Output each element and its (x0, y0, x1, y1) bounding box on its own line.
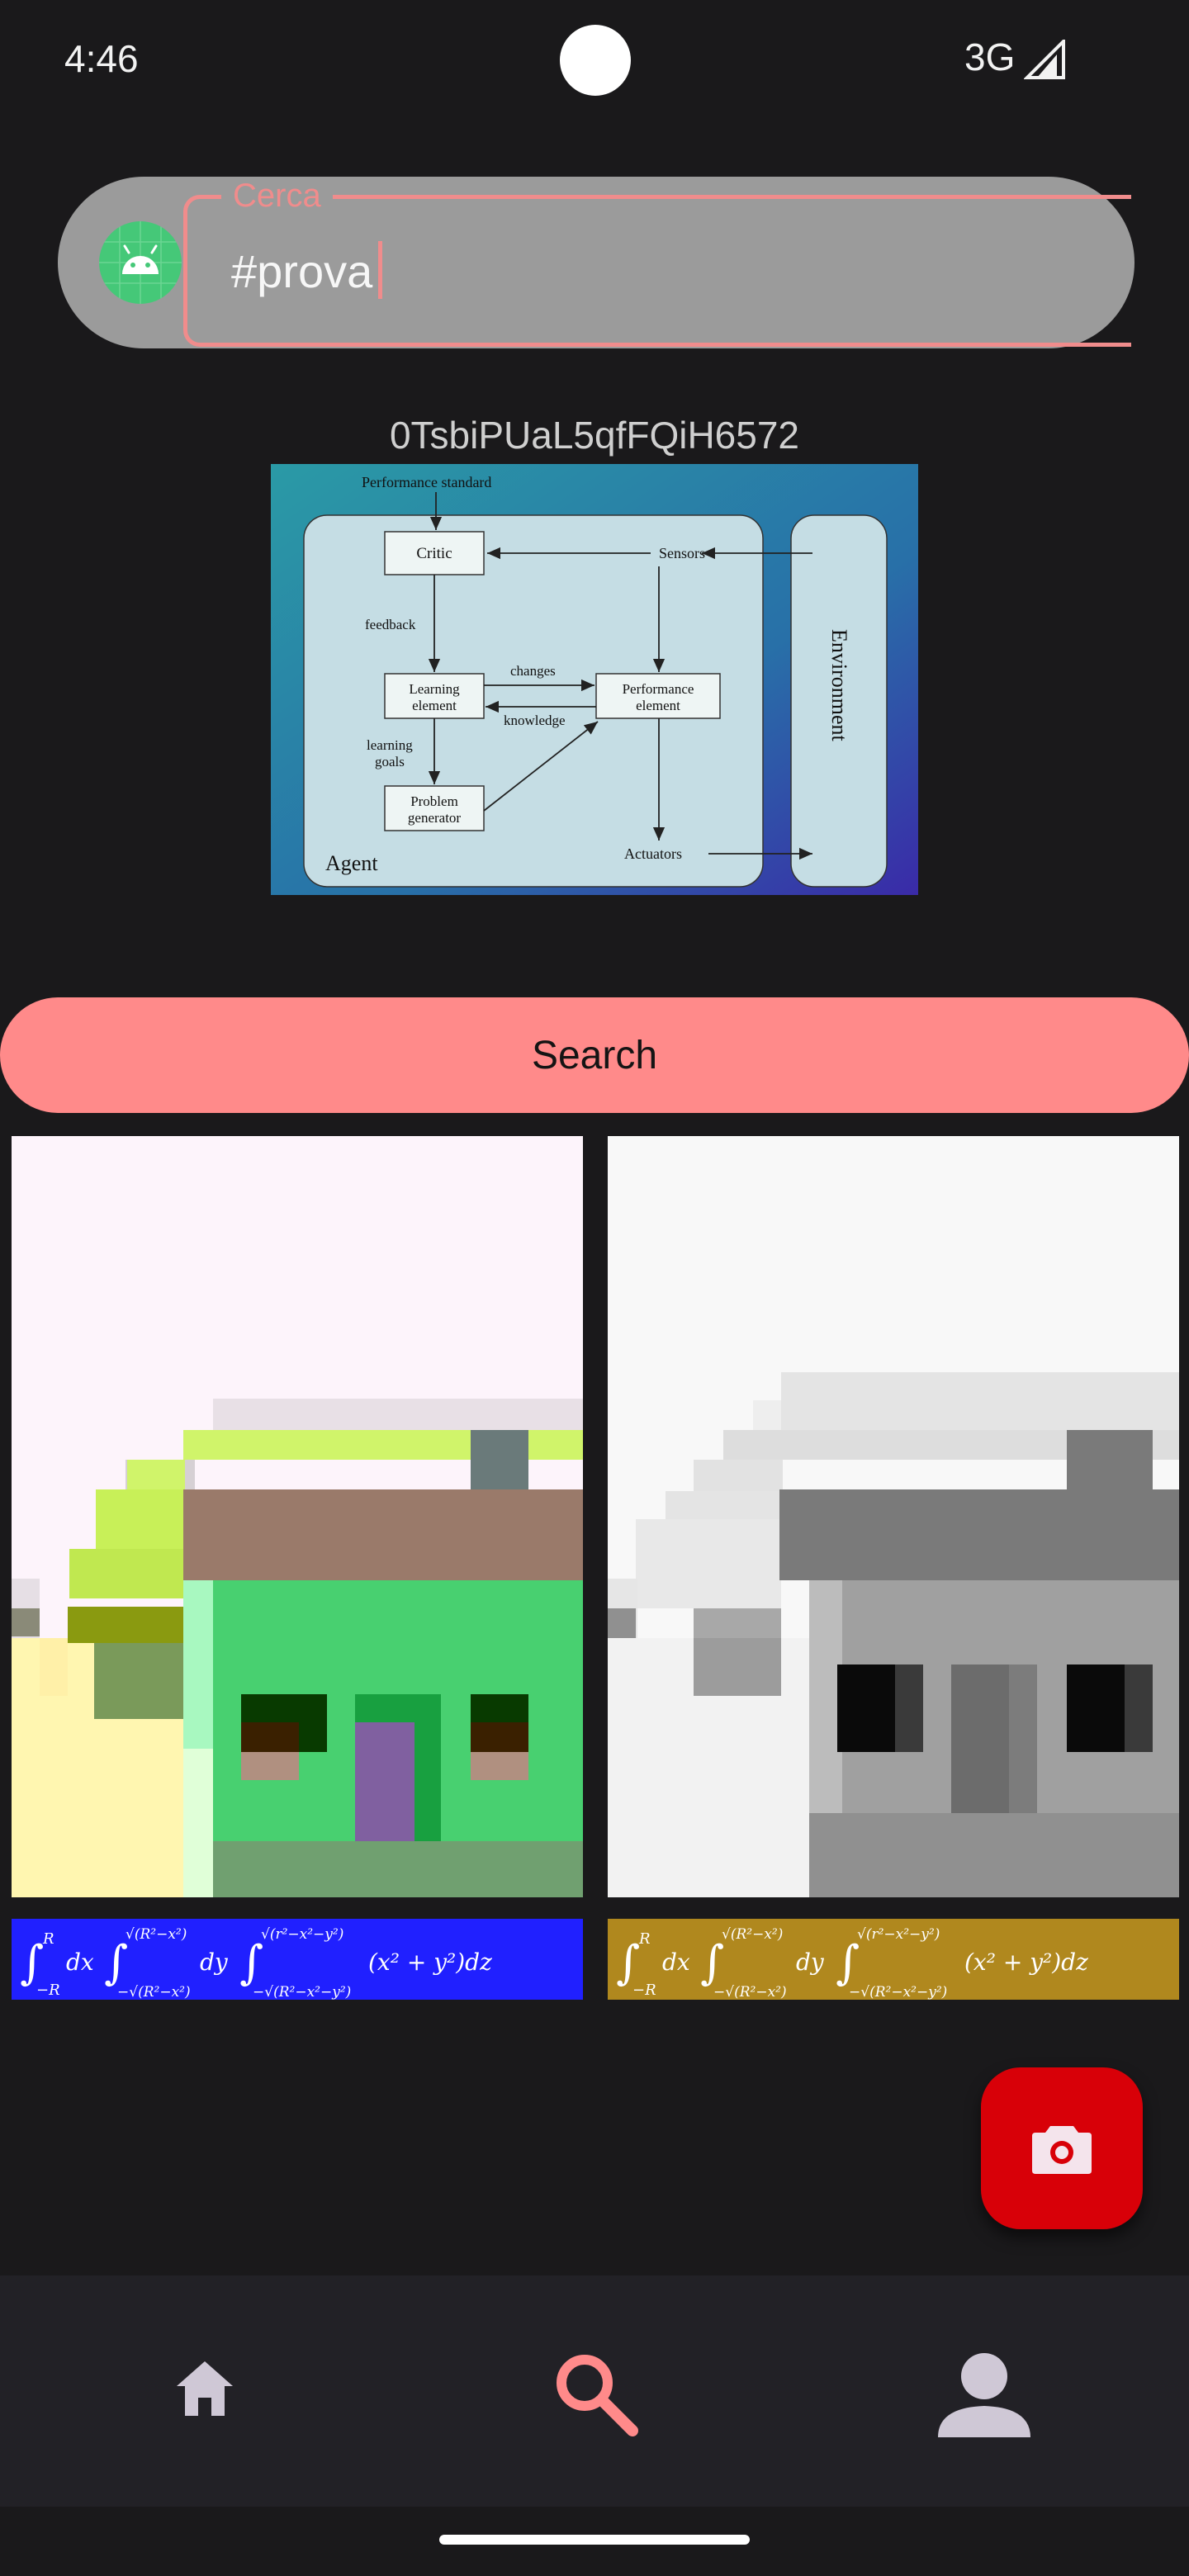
person-icon[interactable] (938, 2351, 1030, 2437)
integral-limit: −R (632, 1982, 656, 1999)
camera-cutout (560, 25, 631, 96)
result-id: 0TsbiPUaL5qfFQiH6572 (389, 414, 800, 457)
search-button[interactable]: Search (0, 997, 1189, 1113)
problem-label-2: generator (408, 810, 462, 826)
differential: dx (66, 1949, 94, 1976)
integral-limit: R (638, 1930, 651, 1948)
integral-limit: −√(R²−x²−y²) (849, 1984, 947, 2000)
home-icon[interactable] (175, 2358, 234, 2417)
differential: dy (200, 1949, 229, 1976)
differential: dx (662, 1949, 690, 1976)
actuators-label: Actuators (624, 845, 682, 862)
differential: dy (796, 1949, 825, 1976)
integral-limit: √(R²−x²) (126, 1926, 187, 1943)
problem-label-1: Problem (410, 793, 458, 809)
integral-sign: ∫ (836, 1936, 860, 1990)
sensors-label: Sensors (659, 545, 705, 561)
signal-icon (1024, 40, 1065, 79)
camera-button[interactable] (981, 2067, 1143, 2229)
performance-label-1: Performance (623, 681, 694, 697)
integral-limit: √(R²−x²) (722, 1926, 783, 1943)
agent-label: Agent (325, 851, 378, 875)
integral-sign: ∫ (239, 1936, 263, 1990)
feedback-label: feedback (365, 617, 416, 632)
integral-sign: ∫ (700, 1936, 724, 1990)
integral-limit: R (42, 1930, 54, 1948)
status-time: 4:46 (64, 37, 139, 80)
integrand: (x² + y²)dz (964, 1949, 1088, 1976)
formula-image[interactable]: ∫ R −R dx ∫ √(R²−x²) −√(R²−x²) dy ∫ √(r²… (12, 1919, 583, 2000)
pixel-house-gray[interactable] (608, 1136, 1179, 1897)
integral-limit: −√(R²−x²) (117, 1984, 191, 2000)
pixel-house-color[interactable] (12, 1136, 583, 1897)
environment-label: Environment (827, 629, 851, 742)
learning-label-2: element (412, 698, 457, 713)
formula-image[interactable]: ∫ R −R dx ∫ √(R²−x²) −√(R²−x²) dy ∫ √(r²… (608, 1919, 1179, 2000)
android-icon[interactable] (99, 221, 182, 304)
integral-limit: √(r²−x²−y²) (857, 1926, 940, 1943)
performance-label-2: element (636, 698, 680, 713)
knowledge-label: knowledge (504, 713, 566, 728)
integral-limit: −√(R²−x²) (713, 1984, 787, 2000)
goals-label-1: learning (367, 737, 413, 753)
diagram-text: Performance standard (362, 474, 491, 490)
changes-label: changes (510, 663, 556, 679)
integral-sign: ∫ (104, 1936, 128, 1990)
integral-limit: √(r²−x²−y²) (261, 1926, 343, 1943)
search-field-label: Cerca (221, 177, 333, 215)
learning-label-1: Learning (409, 681, 460, 697)
critic-label: Critic (416, 545, 452, 562)
gesture-handle[interactable] (439, 2535, 750, 2545)
goals-label-2: goals (375, 754, 405, 769)
agent-diagram-image[interactable]: Performance standard Critic Sensors feed… (271, 464, 918, 895)
integral-limit: −R (36, 1982, 60, 1999)
text-cursor (378, 241, 382, 299)
search-icon[interactable] (552, 2350, 641, 2439)
network-type: 3G (964, 36, 1016, 78)
integrand: (x² + y²)dz (368, 1949, 492, 1976)
integral-limit: −√(R²−x²−y²) (253, 1984, 351, 2000)
camera-icon (1032, 2126, 1092, 2174)
search-input[interactable]: #prova (231, 244, 372, 298)
